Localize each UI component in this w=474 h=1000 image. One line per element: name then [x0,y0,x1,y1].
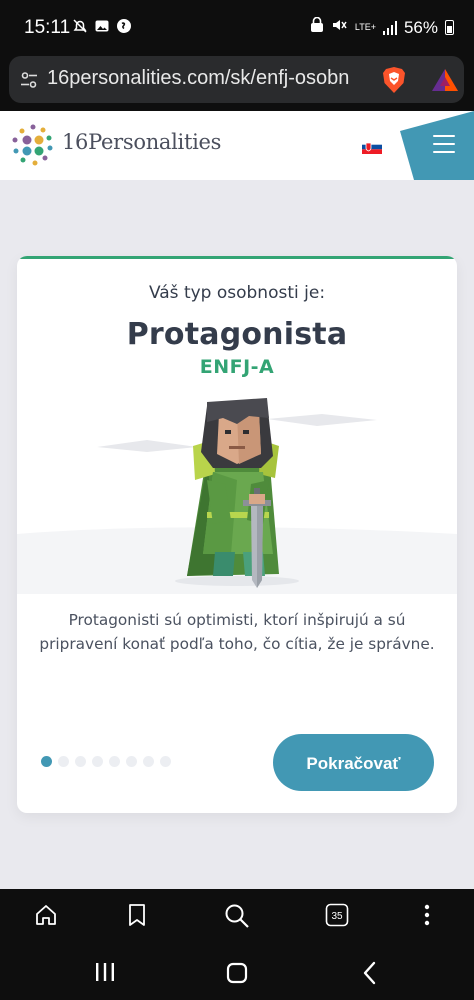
mute-icon [331,17,348,38]
shazam-icon [116,18,132,34]
home-nav-icon[interactable] [226,962,248,988]
page-content: Váš typ osobnosti je: Protagonista ENFJ-… [0,180,474,889]
home-icon[interactable] [34,903,58,931]
vpn-icon [310,16,324,38]
card-accent-bar [17,256,457,259]
browser-toolbar: 16personalities.com/sk/enfj-osobn [0,54,474,112]
pagination-dot[interactable] [92,756,103,767]
bookmark-icon[interactable] [127,903,147,931]
more-vertical-icon[interactable] [420,903,434,931]
tabs-icon[interactable]: 35 [325,903,349,931]
pagination-dot[interactable] [160,756,171,767]
continue-button[interactable]: Pokračovať [273,734,434,791]
brave-shields-icon[interactable] [381,66,407,98]
menu-button[interactable] [400,111,474,180]
personality-description: Protagonisti sú optimisti, ktorí inšpiru… [39,611,435,653]
result-intro: Váš typ osobnosti je: [148,283,326,303]
signal-icon [382,20,397,35]
status-bar: 15:11 LTE+ 56% [0,0,474,54]
system-nav-bar [0,944,474,1000]
site-settings-icon[interactable] [19,70,39,94]
notification-icons [72,18,132,34]
gallery-icon [94,18,110,34]
brave-rewards-icon[interactable] [431,68,459,96]
tab-count: 35 [331,911,343,922]
personality-type-code: ENFJ-A [199,356,275,378]
pagination-dot[interactable] [126,756,137,767]
back-icon[interactable] [362,961,376,989]
pagination-dots [41,756,171,767]
battery-percent: 56% [403,17,438,37]
personality-type-name: Protagonista [126,317,348,352]
status-right: LTE+ 56% [310,16,454,38]
network-type: LTE+ [354,22,376,32]
recent-apps-icon[interactable] [94,962,116,986]
site-header: 16Personalities [0,111,474,180]
protagonist-illustration [17,398,457,594]
muted-alarm-icon [72,18,88,34]
hamburger-icon [433,135,455,159]
pagination-dot[interactable] [58,756,69,767]
logo-icon[interactable] [11,123,55,171]
browser-bottom-toolbar: 35 [0,889,474,944]
language-flag-icon[interactable] [362,139,382,158]
pagination-dot[interactable] [109,756,120,767]
status-time: 15:11 [24,17,71,38]
battery-icon [445,20,454,35]
pagination-dot[interactable] [75,756,86,767]
address-bar[interactable]: 16personalities.com/sk/enfj-osobn [9,56,464,103]
pagination-dot[interactable] [143,756,154,767]
result-card: Váš typ osobnosti je: Protagonista ENFJ-… [17,256,457,813]
url-text[interactable]: 16personalities.com/sk/enfj-osobn [47,67,367,90]
logo-text[interactable]: 16Personalities [62,130,221,154]
pagination-dot[interactable] [41,756,52,767]
search-icon[interactable] [224,903,250,933]
